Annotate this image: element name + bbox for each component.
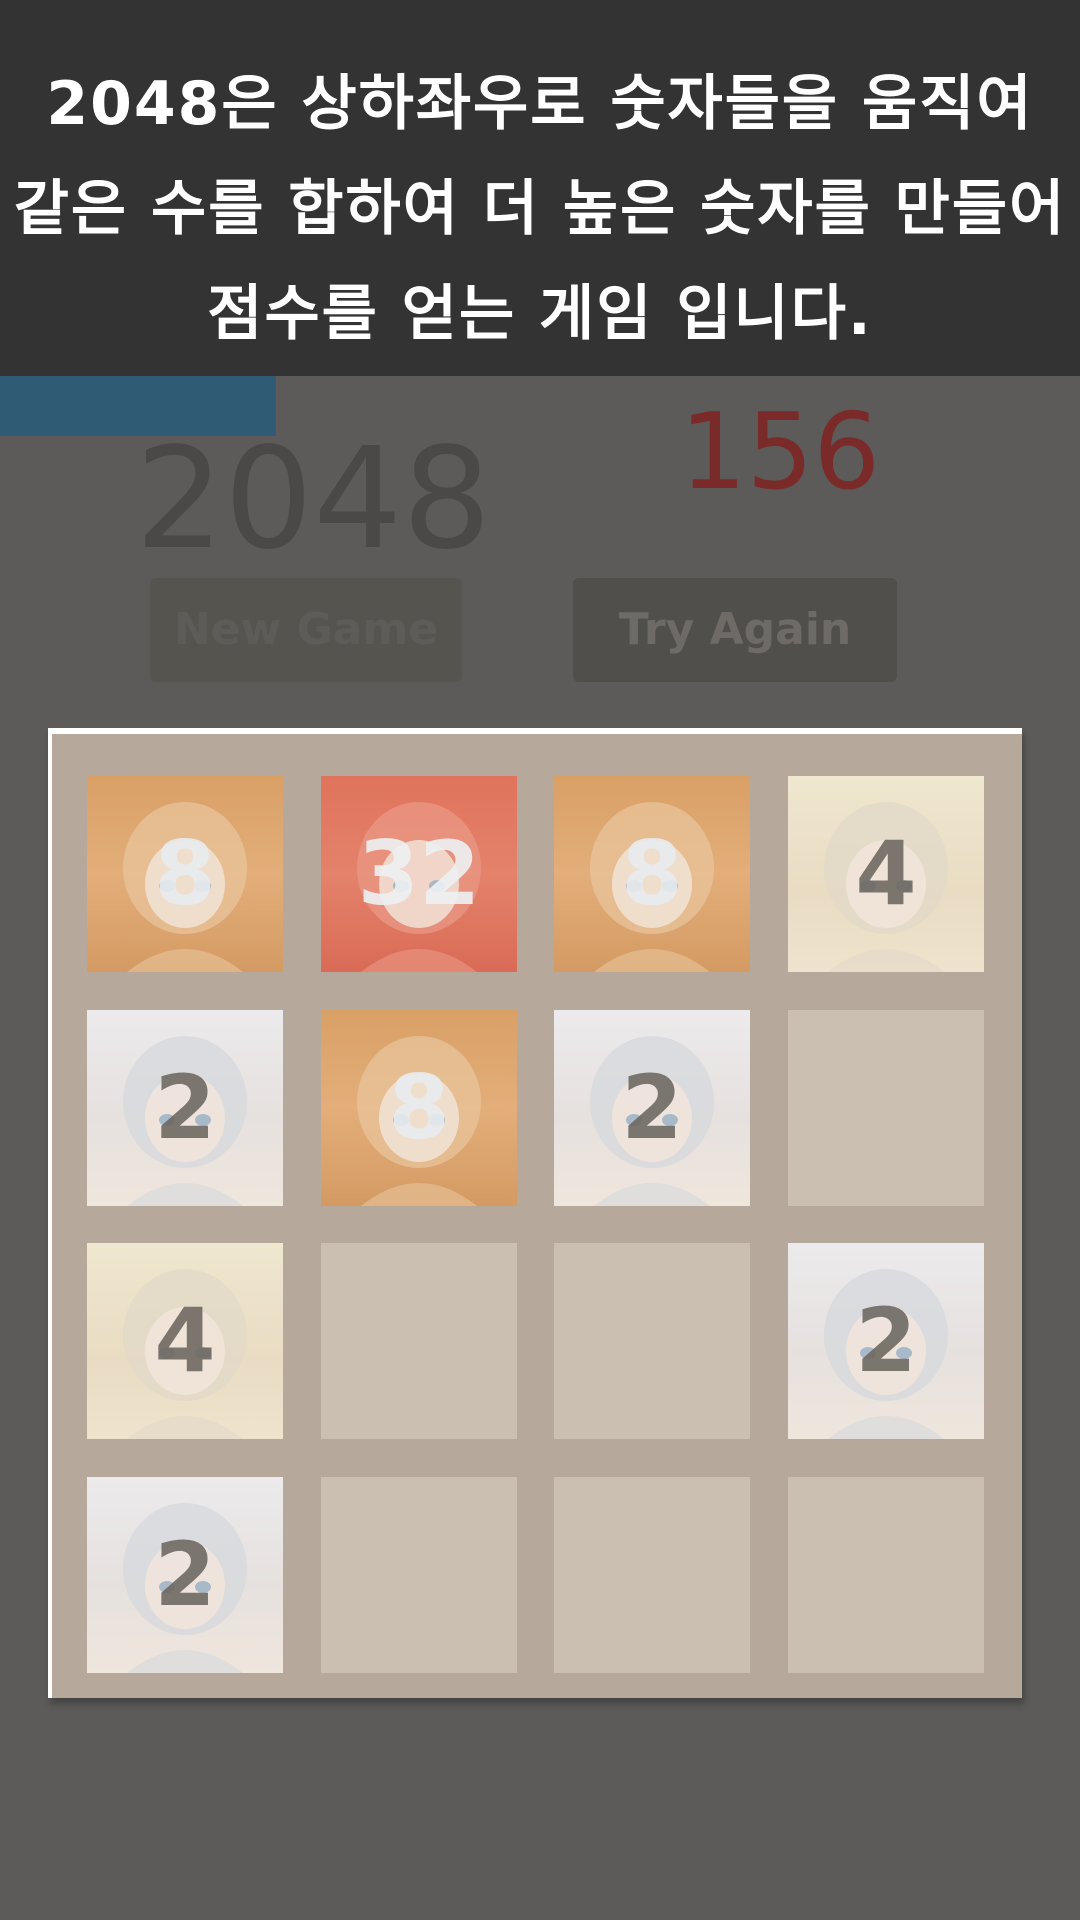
empty-cell (554, 1477, 750, 1673)
header-tab (0, 376, 276, 436)
tile-value: 2 (855, 1289, 917, 1392)
game-board[interactable]: 8 32 8 4 2 8 2 4 2 2 (48, 728, 1022, 1698)
tile-value: 32 (357, 822, 481, 925)
empty-cell (788, 1477, 984, 1673)
tile: 2 (87, 1477, 283, 1673)
tutorial-line-3: 점수를 얻는 게임 입니다. (207, 279, 873, 349)
try-again-button[interactable]: Try Again (573, 578, 897, 682)
tile: 2 (554, 1010, 750, 1206)
tile-value: 4 (154, 1289, 216, 1392)
tutorial-line-1: 2048은 상하좌우로 숫자들을 움직여 (46, 69, 1034, 139)
tile: 32 (321, 776, 517, 972)
tile-value: 8 (154, 822, 216, 925)
tile-value: 8 (388, 1056, 450, 1159)
tile: 8 (87, 776, 283, 972)
tile: 8 (321, 1010, 517, 1206)
new-game-button[interactable]: New Game (150, 578, 462, 682)
empty-cell (321, 1243, 517, 1439)
tile-value: 2 (621, 1056, 683, 1159)
tile-value: 8 (621, 822, 683, 925)
tile: 2 (87, 1010, 283, 1206)
tile: 2 (788, 1243, 984, 1439)
empty-cell (788, 1010, 984, 1206)
empty-cell (554, 1243, 750, 1439)
tile-value: 2 (154, 1523, 216, 1626)
tutorial-line-2: 같은 수를 합하여 더 높은 숫자를 만들어 (13, 174, 1067, 244)
tile: 4 (87, 1243, 283, 1439)
empty-cell (321, 1477, 517, 1673)
tile: 4 (788, 776, 984, 972)
game-screen: 2048은 상하좌우로 숫자들을 움직여 같은 수를 합하여 더 높은 숫자를 … (0, 0, 1080, 1920)
tile-value: 2 (154, 1056, 216, 1159)
tutorial-overlay: 2048은 상하좌우로 숫자들을 움직여 같은 수를 합하여 더 높은 숫자를 … (0, 0, 1080, 376)
tile: 8 (554, 776, 750, 972)
game-title: 2048 (135, 418, 492, 581)
tile-value: 4 (855, 822, 917, 925)
score-value: 156 (679, 391, 881, 513)
